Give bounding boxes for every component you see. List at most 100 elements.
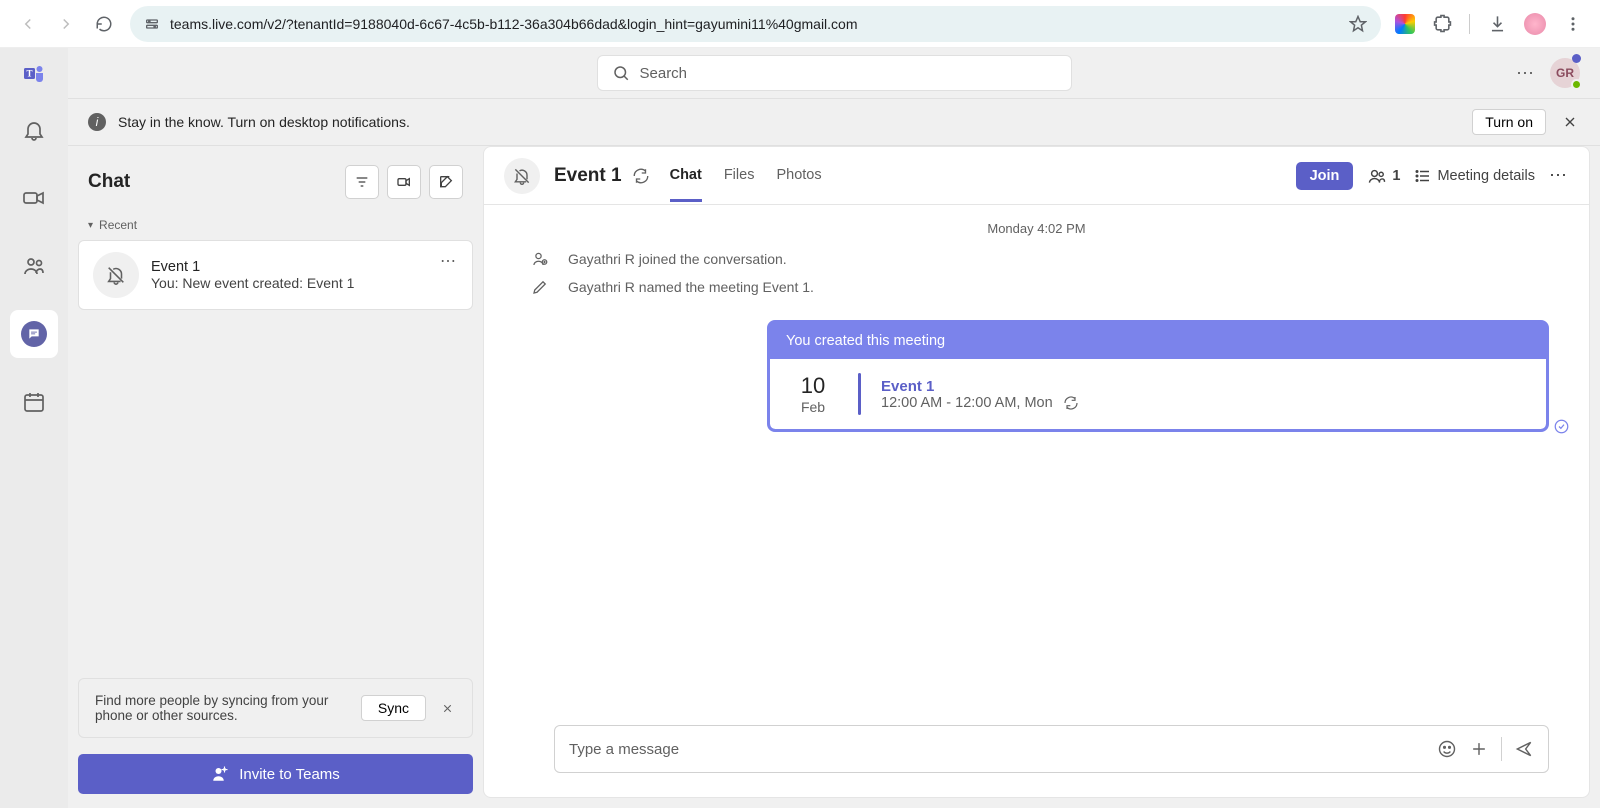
sync-close-icon[interactable]: [438, 699, 456, 717]
message-compose[interactable]: Type a message: [554, 725, 1549, 773]
recurring-icon: [1063, 395, 1079, 411]
url-text: teams.live.com/v2/?tenantId=9188040d-6c6…: [170, 16, 1339, 32]
meeting-month: Feb: [788, 399, 838, 415]
svg-text:T: T: [26, 69, 32, 79]
teams-app: T Search ⋯ GR: [0, 48, 1600, 808]
new-chat-button[interactable]: [429, 165, 463, 199]
chat-item-preview: You: New event created: Event 1: [151, 275, 428, 291]
meeting-card-date: 10 Feb: [788, 373, 838, 415]
conversation-header: Event 1 Chat Files Photos Join 1 Meeting…: [484, 147, 1589, 205]
chat-list-panel: Chat ▾ Recent Event 1: [68, 146, 483, 808]
people-icon: [1367, 166, 1387, 186]
send-icon[interactable]: [1514, 739, 1534, 759]
meeting-card[interactable]: You created this meeting 10 Feb Event 1 …: [767, 320, 1549, 432]
invite-icon: [211, 765, 229, 783]
reload-button[interactable]: [92, 12, 116, 36]
site-settings-icon: [144, 16, 160, 32]
caret-down-icon: ▾: [88, 220, 93, 231]
extensions-icon[interactable]: [1431, 13, 1453, 35]
search-placeholder: Search: [640, 65, 688, 82]
tab-photos[interactable]: Photos: [776, 149, 821, 202]
info-icon: i: [88, 113, 106, 131]
downloads-icon[interactable]: [1486, 13, 1508, 35]
app-rail: T: [0, 48, 68, 808]
meeting-details-label: Meeting details: [1437, 168, 1535, 184]
emoji-icon[interactable]: [1437, 739, 1457, 759]
conversation-title: Event 1: [554, 165, 622, 187]
recent-section-label[interactable]: ▾ Recent: [68, 218, 483, 240]
meeting-card-time: 12:00 AM - 12:00 AM, Mon: [881, 395, 1079, 411]
rail-video-icon[interactable]: [10, 174, 58, 222]
back-button[interactable]: [16, 12, 40, 36]
recurring-icon: [632, 167, 650, 185]
address-bar[interactable]: teams.live.com/v2/?tenantId=9188040d-6c6…: [130, 6, 1381, 42]
browser-actions: [1395, 13, 1584, 35]
join-button[interactable]: Join: [1296, 162, 1354, 190]
conversation-more-icon[interactable]: ⋯: [1549, 165, 1569, 186]
browser-menu-icon[interactable]: [1562, 13, 1584, 35]
sent-status-icon: [1554, 419, 1569, 434]
invite-label: Invite to Teams: [239, 766, 340, 783]
search-icon: [612, 64, 630, 82]
chat-item-more-icon[interactable]: ⋯: [440, 251, 458, 271]
meeting-card-info: Event 1 12:00 AM - 12:00 AM, Mon: [881, 378, 1079, 411]
notification-banner: i Stay in the know. Turn on desktop noti…: [68, 98, 1600, 146]
banner-close-icon[interactable]: [1560, 112, 1580, 132]
rail-community-icon[interactable]: [10, 242, 58, 290]
participants-button[interactable]: 1: [1367, 166, 1400, 186]
turn-on-button[interactable]: Turn on: [1472, 109, 1546, 135]
forward-button[interactable]: [54, 12, 78, 36]
system-message-renamed: Gayathri R named the meeting Event 1.: [524, 278, 1549, 296]
meeting-details-button[interactable]: Meeting details: [1414, 167, 1535, 185]
meeting-day: 10: [788, 373, 838, 399]
add-attachment-icon[interactable]: [1469, 739, 1489, 759]
browser-profile-avatar[interactable]: [1524, 13, 1546, 35]
browser-toolbar: teams.live.com/v2/?tenantId=9188040d-6c6…: [0, 0, 1600, 48]
conversation-pane: Event 1 Chat Files Photos Join 1 Meeting…: [483, 146, 1590, 798]
recent-text: Recent: [99, 218, 137, 232]
header-more-icon[interactable]: ⋯: [1516, 63, 1536, 84]
message-list: Monday 4:02 PM Gayathri R joined the con…: [484, 205, 1589, 713]
tab-files[interactable]: Files: [724, 149, 755, 202]
user-avatar[interactable]: GR: [1550, 58, 1580, 88]
pencil-icon: [530, 278, 550, 296]
invite-to-teams-button[interactable]: Invite to Teams: [78, 754, 473, 794]
meet-now-button[interactable]: [387, 165, 421, 199]
separator: [1469, 14, 1470, 34]
teams-logo-icon[interactable]: T: [22, 62, 46, 86]
app-header: Search ⋯ GR: [68, 48, 1600, 98]
meeting-card-header: You created this meeting: [770, 323, 1546, 359]
avatar-notification-dot: [1572, 54, 1581, 63]
timestamp-label: Monday 4:02 PM: [524, 221, 1549, 236]
meeting-card-container: You created this meeting 10 Feb Event 1 …: [524, 320, 1549, 432]
bell-off-icon: [93, 252, 139, 298]
header-right: ⋯ GR: [1516, 58, 1580, 88]
system-message-joined: Gayathri R joined the conversation.: [524, 250, 1549, 268]
meeting-card-title: Event 1: [881, 378, 1079, 395]
bookmark-star-icon[interactable]: [1349, 15, 1367, 33]
meeting-card-body: 10 Feb Event 1 12:00 AM - 12:00 AM, Mon: [770, 359, 1546, 429]
system-message-text: Gayathri R joined the conversation.: [568, 251, 787, 267]
tab-chat[interactable]: Chat: [670, 149, 702, 202]
extension-color-icon[interactable]: [1395, 14, 1415, 34]
banner-text: Stay in the know. Turn on desktop notifi…: [118, 114, 410, 130]
sync-message: Find more people by syncing from your ph…: [95, 693, 349, 723]
chat-panel-header: Chat: [68, 146, 483, 218]
bell-off-icon: [504, 158, 540, 194]
chat-list-item[interactable]: Event 1 You: New event created: Event 1 …: [78, 240, 473, 310]
sync-button[interactable]: Sync: [361, 695, 426, 721]
chat-panel-title: Chat: [88, 171, 345, 193]
person-add-icon: [530, 250, 550, 268]
system-message-text: Gayathri R named the meeting Event 1.: [568, 279, 814, 295]
search-input[interactable]: Search: [597, 55, 1072, 91]
participants-count: 1: [1392, 168, 1400, 184]
compose-placeholder: Type a message: [569, 741, 1425, 758]
conversation-tabs: Chat Files Photos: [670, 149, 822, 202]
rail-calendar-icon[interactable]: [10, 378, 58, 426]
filter-button[interactable]: [345, 165, 379, 199]
rail-chat-icon[interactable]: [10, 310, 58, 358]
rail-activity-icon[interactable]: [10, 106, 58, 154]
meeting-time-text: 12:00 AM - 12:00 AM, Mon: [881, 395, 1053, 411]
list-icon: [1414, 167, 1432, 185]
divider: [858, 373, 861, 415]
